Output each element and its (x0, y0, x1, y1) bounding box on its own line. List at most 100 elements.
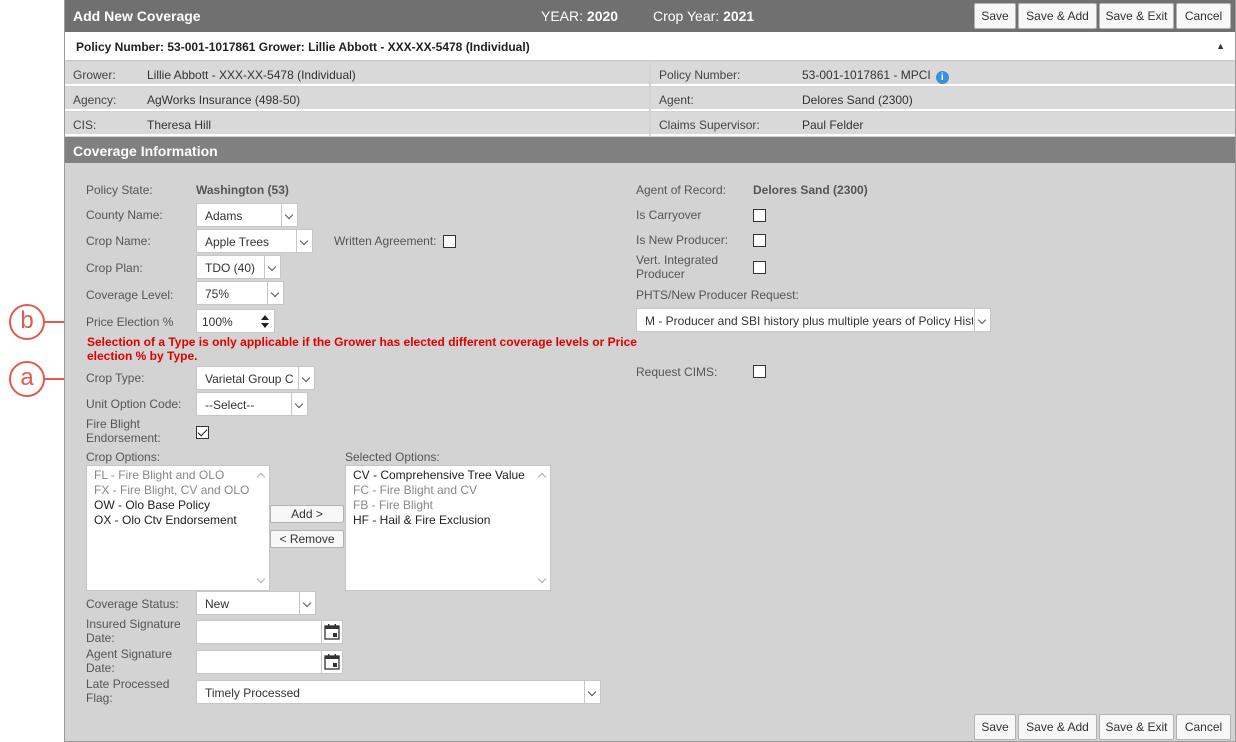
claims-supervisor-cell: Claims Supervisor: Paul Felder (651, 112, 1235, 136)
info-row-grower: Grower: Lillie Abbott - XXX-XX-5478 (Ind… (65, 62, 1235, 86)
insured-signature-date-input[interactable] (196, 620, 322, 644)
is-carryover-label: Is Carryover (636, 208, 702, 222)
remove-option-button[interactable]: < Remove (270, 530, 344, 548)
calendar-icon[interactable] (321, 650, 343, 674)
policy-state-value: Washington (53) (196, 183, 289, 197)
save-add-button-top[interactable]: Save & Add (1018, 3, 1097, 29)
list-option[interactable]: OW - Olo Base Policy (94, 498, 210, 512)
fire-blight-endorsement-checkbox[interactable] (196, 426, 209, 439)
chevron-down-icon (281, 204, 297, 226)
chevron-down-icon (296, 230, 312, 252)
list-option[interactable]: FX - Fire Blight, CV and OLO (94, 483, 249, 497)
price-election-spinner[interactable]: 100% (196, 309, 275, 333)
county-name-value: Adams (205, 209, 243, 223)
late-processed-flag-value: Timely Processed (205, 686, 300, 700)
agent-of-record-value: Delores Sand (2300) (753, 183, 868, 197)
crop-name-label: Crop Name: (86, 234, 151, 248)
unit-option-code-label: Unit Option Code: (86, 397, 182, 411)
scroll-up-icon[interactable] (537, 472, 547, 482)
list-option[interactable]: OX - Olo Ctv Endorsement (94, 513, 237, 527)
policy-number-label: Policy Number: (659, 68, 741, 82)
cancel-button-top[interactable]: Cancel (1176, 3, 1231, 29)
claims-supervisor-label: Claims Supervisor: (659, 118, 760, 132)
unit-option-code-select[interactable]: --Select-- (196, 392, 308, 416)
crop-type-select[interactable]: Varietal Group C (196, 366, 315, 390)
coverage-status-label: Coverage Status: (86, 597, 179, 611)
crop-options-listbox[interactable]: FL - Fire Blight and OLO FX - Fire Blight… (86, 465, 270, 591)
crop-name-select[interactable]: Apple Trees (196, 229, 313, 253)
cancel-button-bottom[interactable]: Cancel (1176, 714, 1231, 740)
scroll-up-icon[interactable] (256, 472, 266, 482)
agency-label: Agency: (73, 93, 117, 107)
spinner-arrows-icon[interactable] (261, 315, 269, 328)
calendar-glyph-icon (324, 654, 340, 670)
policy-summary-bar[interactable]: Policy Number: 53-001-1017861 Grower: Li… (65, 32, 1235, 61)
save-button-bottom[interactable]: Save (974, 714, 1016, 740)
policy-state-label: Policy State: (86, 183, 153, 197)
calendar-icon[interactable] (321, 620, 343, 644)
coverage-status-value: New (205, 597, 230, 611)
agent-cell: Agent: Delores Sand (2300) (651, 87, 1235, 111)
late-processed-flag-label: Late Processed Flag: (86, 677, 170, 705)
county-name-select[interactable]: Adams (196, 203, 298, 227)
selected-options-listbox[interactable]: CV - Comprehensive Tree Value FC - Fire B… (345, 465, 551, 591)
crop-plan-select[interactable]: TDO (40) (196, 255, 281, 279)
scroll-down-icon[interactable] (256, 574, 266, 584)
scrollbar[interactable] (255, 466, 269, 590)
section-title: Coverage Information (73, 143, 218, 159)
chevron-down-icon (299, 592, 315, 614)
late-processed-flag-select[interactable]: Timely Processed (196, 680, 601, 704)
save-exit-button-top[interactable]: Save & Exit (1099, 3, 1174, 29)
chevron-down-icon (584, 681, 600, 703)
coverage-level-select[interactable]: 75% (196, 281, 284, 305)
callout-b: b (9, 304, 45, 340)
is-carryover-checkbox[interactable] (753, 209, 766, 222)
crop-year-value: 2021 (723, 8, 755, 24)
is-new-producer-checkbox[interactable] (753, 234, 766, 247)
cis-cell: CIS: Theresa Hill (65, 112, 649, 136)
chevron-down-icon (291, 393, 307, 415)
claims-supervisor-value: Paul Felder (802, 118, 864, 132)
coverage-information-header: Coverage Information (65, 137, 1235, 163)
request-cims-checkbox[interactable] (753, 365, 766, 378)
save-add-button-bottom[interactable]: Save & Add (1018, 714, 1097, 740)
year-label: YEAR: (541, 8, 584, 24)
agent-value: Delores Sand (2300) (802, 93, 913, 107)
save-button-top[interactable]: Save (974, 3, 1016, 29)
cis-value: Theresa Hill (147, 118, 212, 132)
agent-signature-date-input[interactable] (196, 650, 322, 674)
list-option[interactable]: FL - Fire Blight and OLO (94, 468, 224, 482)
cis-label: CIS: (73, 118, 97, 132)
price-election-label: Price Election % (86, 315, 174, 329)
info-icon[interactable]: i (935, 71, 949, 84)
chevron-down-icon (974, 309, 990, 331)
policy-number-value-wrap: 53-001-1017861 - MPCI i (802, 68, 949, 84)
add-option-button[interactable]: Add > (270, 505, 344, 523)
collapse-triangle-icon[interactable]: ▲ (1216, 41, 1225, 51)
scroll-down-icon[interactable] (537, 574, 547, 584)
scrollbar[interactable] (536, 466, 550, 590)
crop-year-display: Crop Year: 2021 (653, 8, 754, 24)
list-option[interactable]: HF - Hail & Fire Exclusion (353, 513, 490, 527)
title-bar: Add New Coverage YEAR: 2020 Crop Year: 2… (65, 0, 1235, 32)
list-option[interactable]: FC - Fire Blight and CV (353, 483, 477, 497)
agency-cell: Agency: AgWorks Insurance (498-50) (65, 87, 649, 111)
agent-signature-date-label: Agent Signature Date: (86, 647, 173, 675)
list-option[interactable]: FB - Fire Blight (353, 498, 433, 512)
add-coverage-panel: Add New Coverage YEAR: 2020 Crop Year: 2… (64, 0, 1236, 742)
written-agreement-checkbox[interactable] (443, 235, 456, 248)
save-exit-button-bottom[interactable]: Save & Exit (1099, 714, 1174, 740)
vert-integrated-producer-label: Vert. Integrated Producer (636, 253, 719, 281)
list-option[interactable]: CV - Comprehensive Tree Value (353, 468, 525, 482)
phts-request-select[interactable]: M - Producer and SBI history plus multip… (636, 308, 991, 332)
crop-options-label: Crop Options: (86, 450, 161, 464)
coverage-status-select[interactable]: New (196, 591, 316, 615)
page-title: Add New Coverage (73, 8, 201, 24)
request-cims-label: Request CIMS: (636, 365, 718, 379)
agency-value: AgWorks Insurance (498-50) (147, 93, 301, 107)
coverage-level-label: Coverage Level: (86, 288, 174, 302)
vert-integrated-producer-checkbox[interactable] (753, 261, 766, 274)
policy-number-value: 53-001-1017861 - MPCI (802, 68, 931, 82)
crop-type-value: Varietal Group C (205, 372, 294, 386)
coverage-level-value: 75% (205, 287, 230, 301)
